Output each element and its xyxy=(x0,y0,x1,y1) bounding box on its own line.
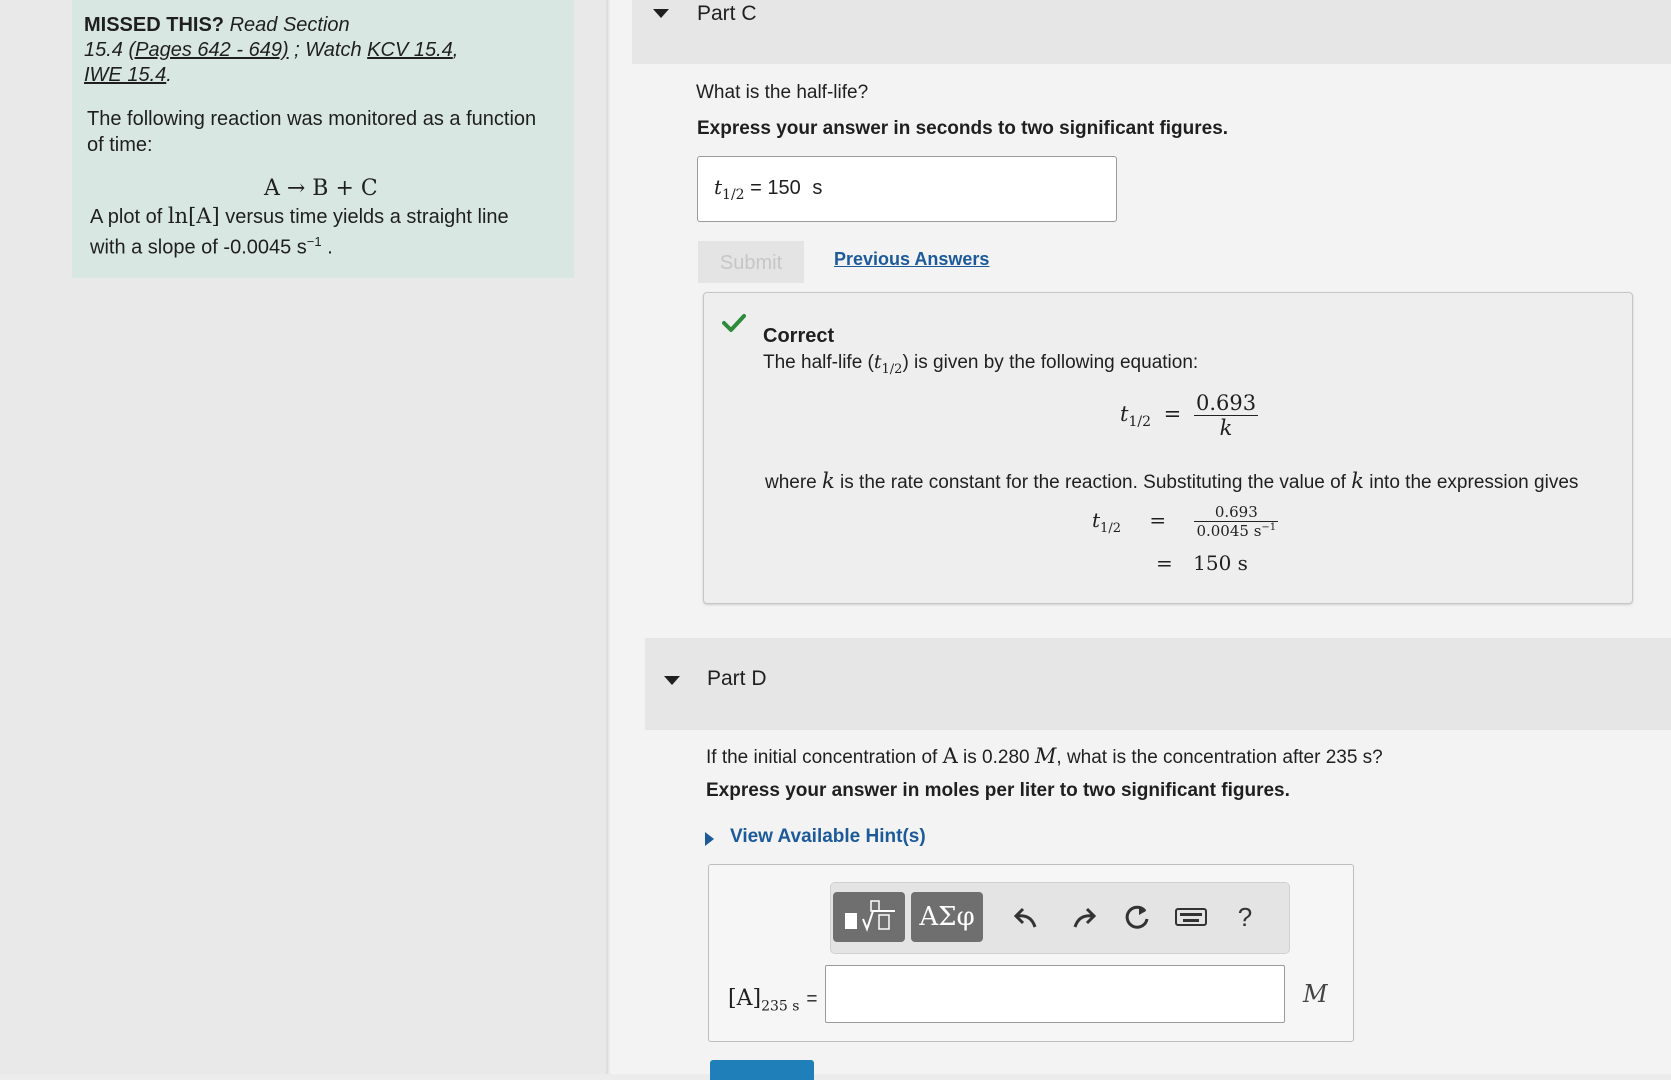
concentration-input[interactable] xyxy=(825,965,1285,1023)
unit-label: M xyxy=(1303,980,1328,1008)
part-c-question: What is the half-life? xyxy=(696,82,869,103)
eq2-denominator-exp: −1 xyxy=(1261,522,1277,533)
answer-value: 150 xyxy=(767,177,801,199)
view-hints-link[interactable]: View Available Hint(s) xyxy=(730,826,926,848)
intro-desc-line1: The following reaction was monitored as … xyxy=(87,108,537,130)
expand-arrow-icon[interactable] xyxy=(705,832,714,846)
part-d-title: Part D xyxy=(707,667,767,690)
concentration-label-base: [A] xyxy=(728,986,762,1011)
help-button[interactable]: ? xyxy=(1225,897,1265,937)
checkmark-icon xyxy=(722,314,746,332)
feedback-line2-var: k xyxy=(822,469,835,493)
slope-exponent: −1 xyxy=(306,234,322,249)
ln-a-expression: ln[A] xyxy=(167,204,220,228)
eq2-denominator: 0.0045 s xyxy=(1196,522,1262,540)
answer-variable: t xyxy=(714,175,723,199)
missed-this-label: MISSED THIS? xyxy=(84,14,225,36)
eq1-denominator: k xyxy=(1219,416,1233,440)
feedback-line1-var: t xyxy=(873,351,882,373)
part-d-instruction: Express your answer in moles per liter t… xyxy=(706,780,1290,801)
previous-answers-link[interactable]: Previous Answers xyxy=(834,249,989,270)
panel-divider xyxy=(606,0,608,1074)
plot-text-pre: A plot of xyxy=(90,206,163,228)
part-d-question-mid: is 0.280 xyxy=(963,747,1030,768)
part-d-question-var: A xyxy=(942,744,958,768)
part-d-question-post: , what is the concentration after 235 s? xyxy=(1056,747,1383,768)
substitution-equation: t1/2 = 0.693 0.0045 s−1 xyxy=(1092,503,1279,540)
redo-icon[interactable] xyxy=(1063,897,1103,937)
feedback-line1-post: ) is given by the following equation: xyxy=(902,352,1199,373)
reaction-equation: A → B + C xyxy=(264,176,378,201)
read-section-label: Read Section xyxy=(229,14,350,36)
part-c-instruction: Express your answer in seconds to two si… xyxy=(697,118,1229,139)
feedback-line2-var2: k xyxy=(1351,469,1364,493)
half-life-equation: t1/2 = 0.693 k xyxy=(1120,391,1259,440)
feedback-line2-post: into the expression gives xyxy=(1369,472,1579,493)
math-toolbar: ΑΣφ ? xyxy=(830,882,1290,954)
feedback-line2-mid: is the rate constant for the reaction. S… xyxy=(840,472,1346,493)
part-c-title: Part C xyxy=(697,2,757,25)
templates-button[interactable] xyxy=(833,892,905,942)
greek-symbols-button[interactable]: ΑΣφ xyxy=(911,892,983,942)
slope-text: with a slope of -0.0045 s xyxy=(90,236,307,259)
feedback-line1-sub: 1/2 xyxy=(881,361,903,377)
answer-unit: s xyxy=(812,177,823,199)
part-d-header[interactable] xyxy=(645,638,1671,730)
section-number: 15.4 xyxy=(84,39,123,61)
answer-variable-sub: 1/2 xyxy=(722,187,745,203)
half-life-answer-box: t1/2 = 150 s xyxy=(697,156,1117,222)
kcv-link[interactable]: KCV 15.4 xyxy=(367,39,453,61)
concentration-label: [A]235 s = xyxy=(728,986,818,1014)
concentration-label-eq: = xyxy=(806,989,818,1010)
eq1-numerator: 0.693 xyxy=(1193,391,1259,416)
watch-label: ; Watch xyxy=(294,39,362,61)
slope-period: . xyxy=(327,236,333,259)
feedback-line2-pre: where xyxy=(765,472,817,493)
keyboard-icon[interactable] xyxy=(1171,897,1211,937)
submit-button[interactable]: Submit xyxy=(698,241,804,283)
answer-equals: = xyxy=(750,177,762,199)
collapse-caret-icon[interactable] xyxy=(653,9,669,18)
reset-icon[interactable] xyxy=(1117,897,1157,937)
concentration-label-sub: 235 s xyxy=(761,998,800,1015)
intro-desc-line2: of time: xyxy=(87,134,153,156)
feedback-status: Correct xyxy=(763,325,835,347)
undo-icon[interactable] xyxy=(1007,897,1047,937)
template-icon xyxy=(845,900,895,932)
iwe-link[interactable]: IWE 15.4 xyxy=(84,64,166,86)
feedback-line1-pre: The half-life ( xyxy=(763,352,874,373)
pages-link[interactable]: (Pages 642 - 649) xyxy=(129,39,289,61)
eq2-result: 150 s xyxy=(1193,551,1248,575)
part-c-header[interactable] xyxy=(632,0,1671,64)
correct-feedback-panel: Correct The half-life (t1/2) is given by… xyxy=(703,292,1633,604)
submit-button[interactable] xyxy=(710,1060,814,1080)
part-d-question-unit: M xyxy=(1034,744,1057,768)
part-d-question-pre: If the initial concentration of xyxy=(706,747,938,768)
plot-text-post: versus time yields a straight line xyxy=(225,206,509,228)
problem-intro: MISSED THIS? Read Section 15.4 (Pages 64… xyxy=(72,0,574,278)
eq2-numerator: 0.693 xyxy=(1194,503,1279,522)
collapse-caret-icon[interactable] xyxy=(664,676,680,685)
